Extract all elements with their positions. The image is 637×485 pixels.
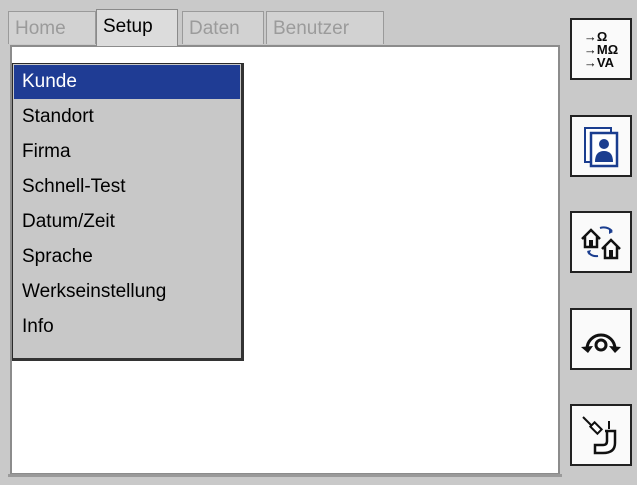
tab-home[interactable]: Home [8, 11, 96, 44]
units-icon: →Ω →MΩ →VA [584, 30, 618, 69]
user-cards-button[interactable] [570, 115, 632, 177]
menu-item-kunde[interactable]: Kunde [14, 65, 240, 99]
probe-button[interactable] [570, 404, 632, 466]
menu-item-schnell-test[interactable]: Schnell-Test [14, 170, 240, 204]
panel-bottom-border [8, 474, 562, 477]
unit-va-label: →VA [583, 54, 614, 70]
rotate-icon [581, 333, 621, 353]
unit-megaohm-label: →MΩ [583, 41, 619, 57]
menu-item-firma[interactable]: Firma [14, 135, 240, 169]
menu-item-datum-zeit[interactable]: Datum/Zeit [14, 205, 240, 239]
rotate-button[interactable] [570, 308, 632, 370]
menu-item-info[interactable]: Info [14, 310, 240, 344]
menu-item-werkseinstellung[interactable]: Werkseinstellung [14, 275, 240, 309]
tab-setup[interactable]: Setup [96, 9, 178, 46]
units-button[interactable]: →Ω →MΩ →VA [570, 18, 632, 80]
setup-menu: Kunde Standort Firma Schnell-Test Datum/… [12, 63, 244, 361]
tab-daten[interactable]: Daten [182, 11, 264, 44]
user-cards-icon [584, 127, 619, 168]
home-transfer-button[interactable] [570, 211, 632, 273]
unit-ohm-label: →Ω [583, 28, 608, 44]
tab-benutzer[interactable]: Benutzer [266, 11, 384, 44]
probe-icon [582, 416, 617, 455]
home-transfer-icon [581, 226, 621, 260]
menu-item-sprache[interactable]: Sprache [14, 240, 240, 274]
menu-item-standort[interactable]: Standort [14, 100, 240, 134]
